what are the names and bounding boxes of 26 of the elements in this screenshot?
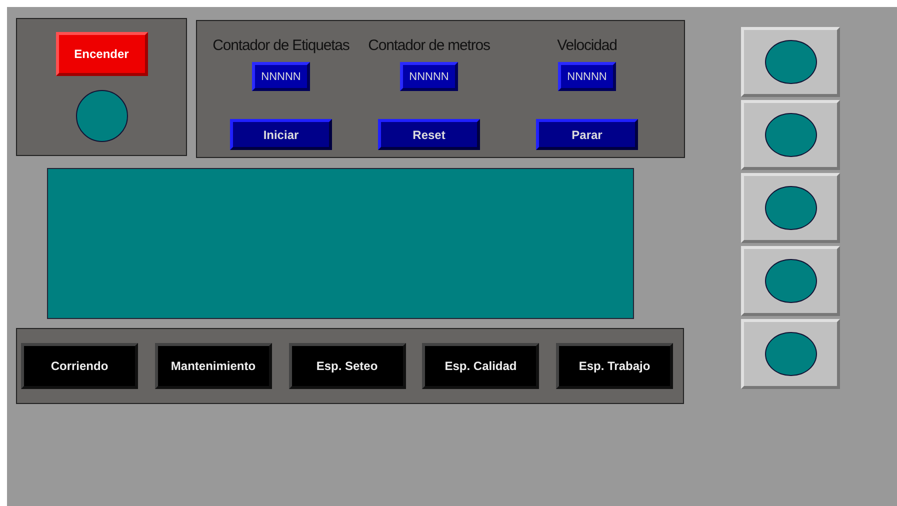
- counter-label: Contador de Etiquetas: [212, 37, 350, 56]
- indicator-lamp: [764, 112, 816, 158]
- counter-label: Velocidad: [557, 37, 617, 56]
- counter-value: NNNNN: [558, 62, 616, 91]
- power-button[interactable]: Encender: [56, 32, 148, 76]
- status-button[interactable]: Esp. Calidad: [422, 343, 540, 389]
- indicator-lamp: [764, 332, 816, 376]
- indicator-lamp: [764, 258, 816, 304]
- indicator-lamp: [764, 186, 816, 230]
- counter-value: NNNNN: [400, 62, 458, 91]
- status-button[interactable]: Corriendo: [21, 343, 138, 389]
- status-button[interactable]: Esp. Seteo: [288, 343, 406, 389]
- control-button[interactable]: Iniciar: [230, 119, 332, 150]
- lamp-button[interactable]: [741, 27, 840, 97]
- indicator-lamp: [764, 40, 816, 84]
- lamp-button[interactable]: [741, 100, 840, 170]
- indicator-lamp: [76, 90, 128, 142]
- control-button[interactable]: Parar: [536, 119, 638, 150]
- status-button[interactable]: Mantenimiento: [154, 343, 272, 389]
- control-button[interactable]: Reset: [378, 119, 480, 150]
- counter-value: NNNNN: [252, 62, 310, 91]
- lamp-button[interactable]: [741, 173, 840, 243]
- counter-label: Contador de metros: [368, 37, 490, 56]
- lamp-button[interactable]: [741, 246, 840, 316]
- lamp-button[interactable]: [741, 319, 840, 389]
- status-button[interactable]: Esp. Trabajo: [556, 343, 673, 389]
